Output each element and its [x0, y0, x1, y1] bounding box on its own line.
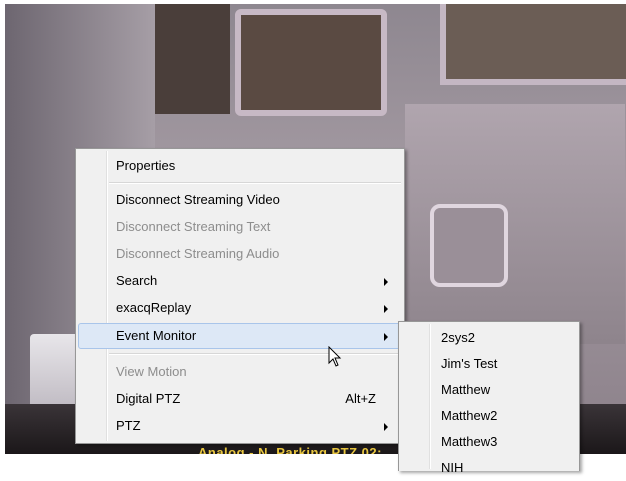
menu-item-shortcut: Alt+Z — [345, 391, 376, 406]
menu-item-disconnect-video[interactable]: Disconnect Streaming Video — [78, 187, 402, 213]
video-car-window-center — [235, 9, 387, 116]
menu-item-label: Digital PTZ — [116, 391, 181, 406]
video-car-light — [30, 334, 80, 414]
submenu-item-matthew[interactable]: Matthew — [401, 377, 577, 403]
submenu-item-nih[interactable]: NIH — [401, 455, 577, 481]
video-door-handle — [430, 204, 508, 287]
menu-item-label: View Motion — [116, 364, 187, 379]
menu-item-label: NIH — [441, 460, 464, 475]
menu-item-search[interactable]: Search — [78, 268, 402, 294]
menu-separator — [109, 353, 401, 355]
menu-item-label: Event Monitor — [116, 328, 197, 343]
menu-item-disconnect-text[interactable]: Disconnect Streaming Text — [78, 214, 402, 240]
menu-item-label: Search — [116, 273, 158, 288]
menu-item-label: 2sys2 — [441, 330, 475, 345]
menu-item-ptz[interactable]: PTZ — [78, 413, 402, 439]
menu-separator — [109, 182, 401, 184]
menu-item-label: Disconnect Streaming Audio — [116, 246, 280, 261]
menu-item-label: Disconnect Streaming Video — [116, 192, 280, 207]
mouse-pointer-icon — [328, 346, 342, 367]
submenu-arrow-icon — [384, 423, 388, 431]
menu-item-label: PTZ — [116, 418, 141, 433]
menu-item-disconnect-audio[interactable]: Disconnect Streaming Audio — [78, 241, 402, 267]
submenu-arrow-icon — [384, 278, 388, 286]
submenu-arrow-icon — [384, 305, 388, 313]
menu-item-view-motion[interactable]: View Motion — [78, 359, 402, 385]
camera-caption-text: Analog - N. Parking PTZ 02: — [198, 445, 382, 454]
submenu-item-2sys2[interactable]: 2sys2 — [401, 325, 577, 351]
menu-item-digital-ptz[interactable]: Digital PTZ Alt+Z — [78, 386, 402, 412]
menu-item-event-monitor[interactable]: Event Monitor — [78, 323, 402, 349]
context-menu: Properties Disconnect Streaming Video Di… — [75, 148, 405, 444]
menu-item-label: Matthew2 — [441, 408, 498, 423]
video-car-window-right — [440, 4, 626, 85]
menu-item-label: exacqReplay — [116, 300, 192, 315]
event-monitor-submenu: 2sys2 Jim's Test Matthew Matthew2 Matthe… — [398, 321, 580, 475]
menu-item-properties[interactable]: Properties — [78, 153, 402, 179]
menu-item-exacqreplay[interactable]: exacqReplay — [78, 295, 402, 321]
frame-left-border — [0, 0, 5, 470]
menu-item-label: Disconnect Streaming Text — [116, 219, 271, 234]
menu-item-label: Jim's Test — [441, 356, 498, 371]
submenu-item-matthew2[interactable]: Matthew2 — [401, 403, 577, 429]
submenu-item-jims-test[interactable]: Jim's Test — [401, 351, 577, 377]
submenu-arrow-icon — [384, 333, 388, 341]
menu-item-label: Matthew3 — [441, 434, 498, 449]
menu-item-label: Properties — [116, 158, 176, 173]
menu-item-label: Matthew — [441, 382, 491, 397]
video-car-window-left — [155, 4, 230, 114]
submenu-item-matthew3[interactable]: Matthew3 — [401, 429, 577, 455]
